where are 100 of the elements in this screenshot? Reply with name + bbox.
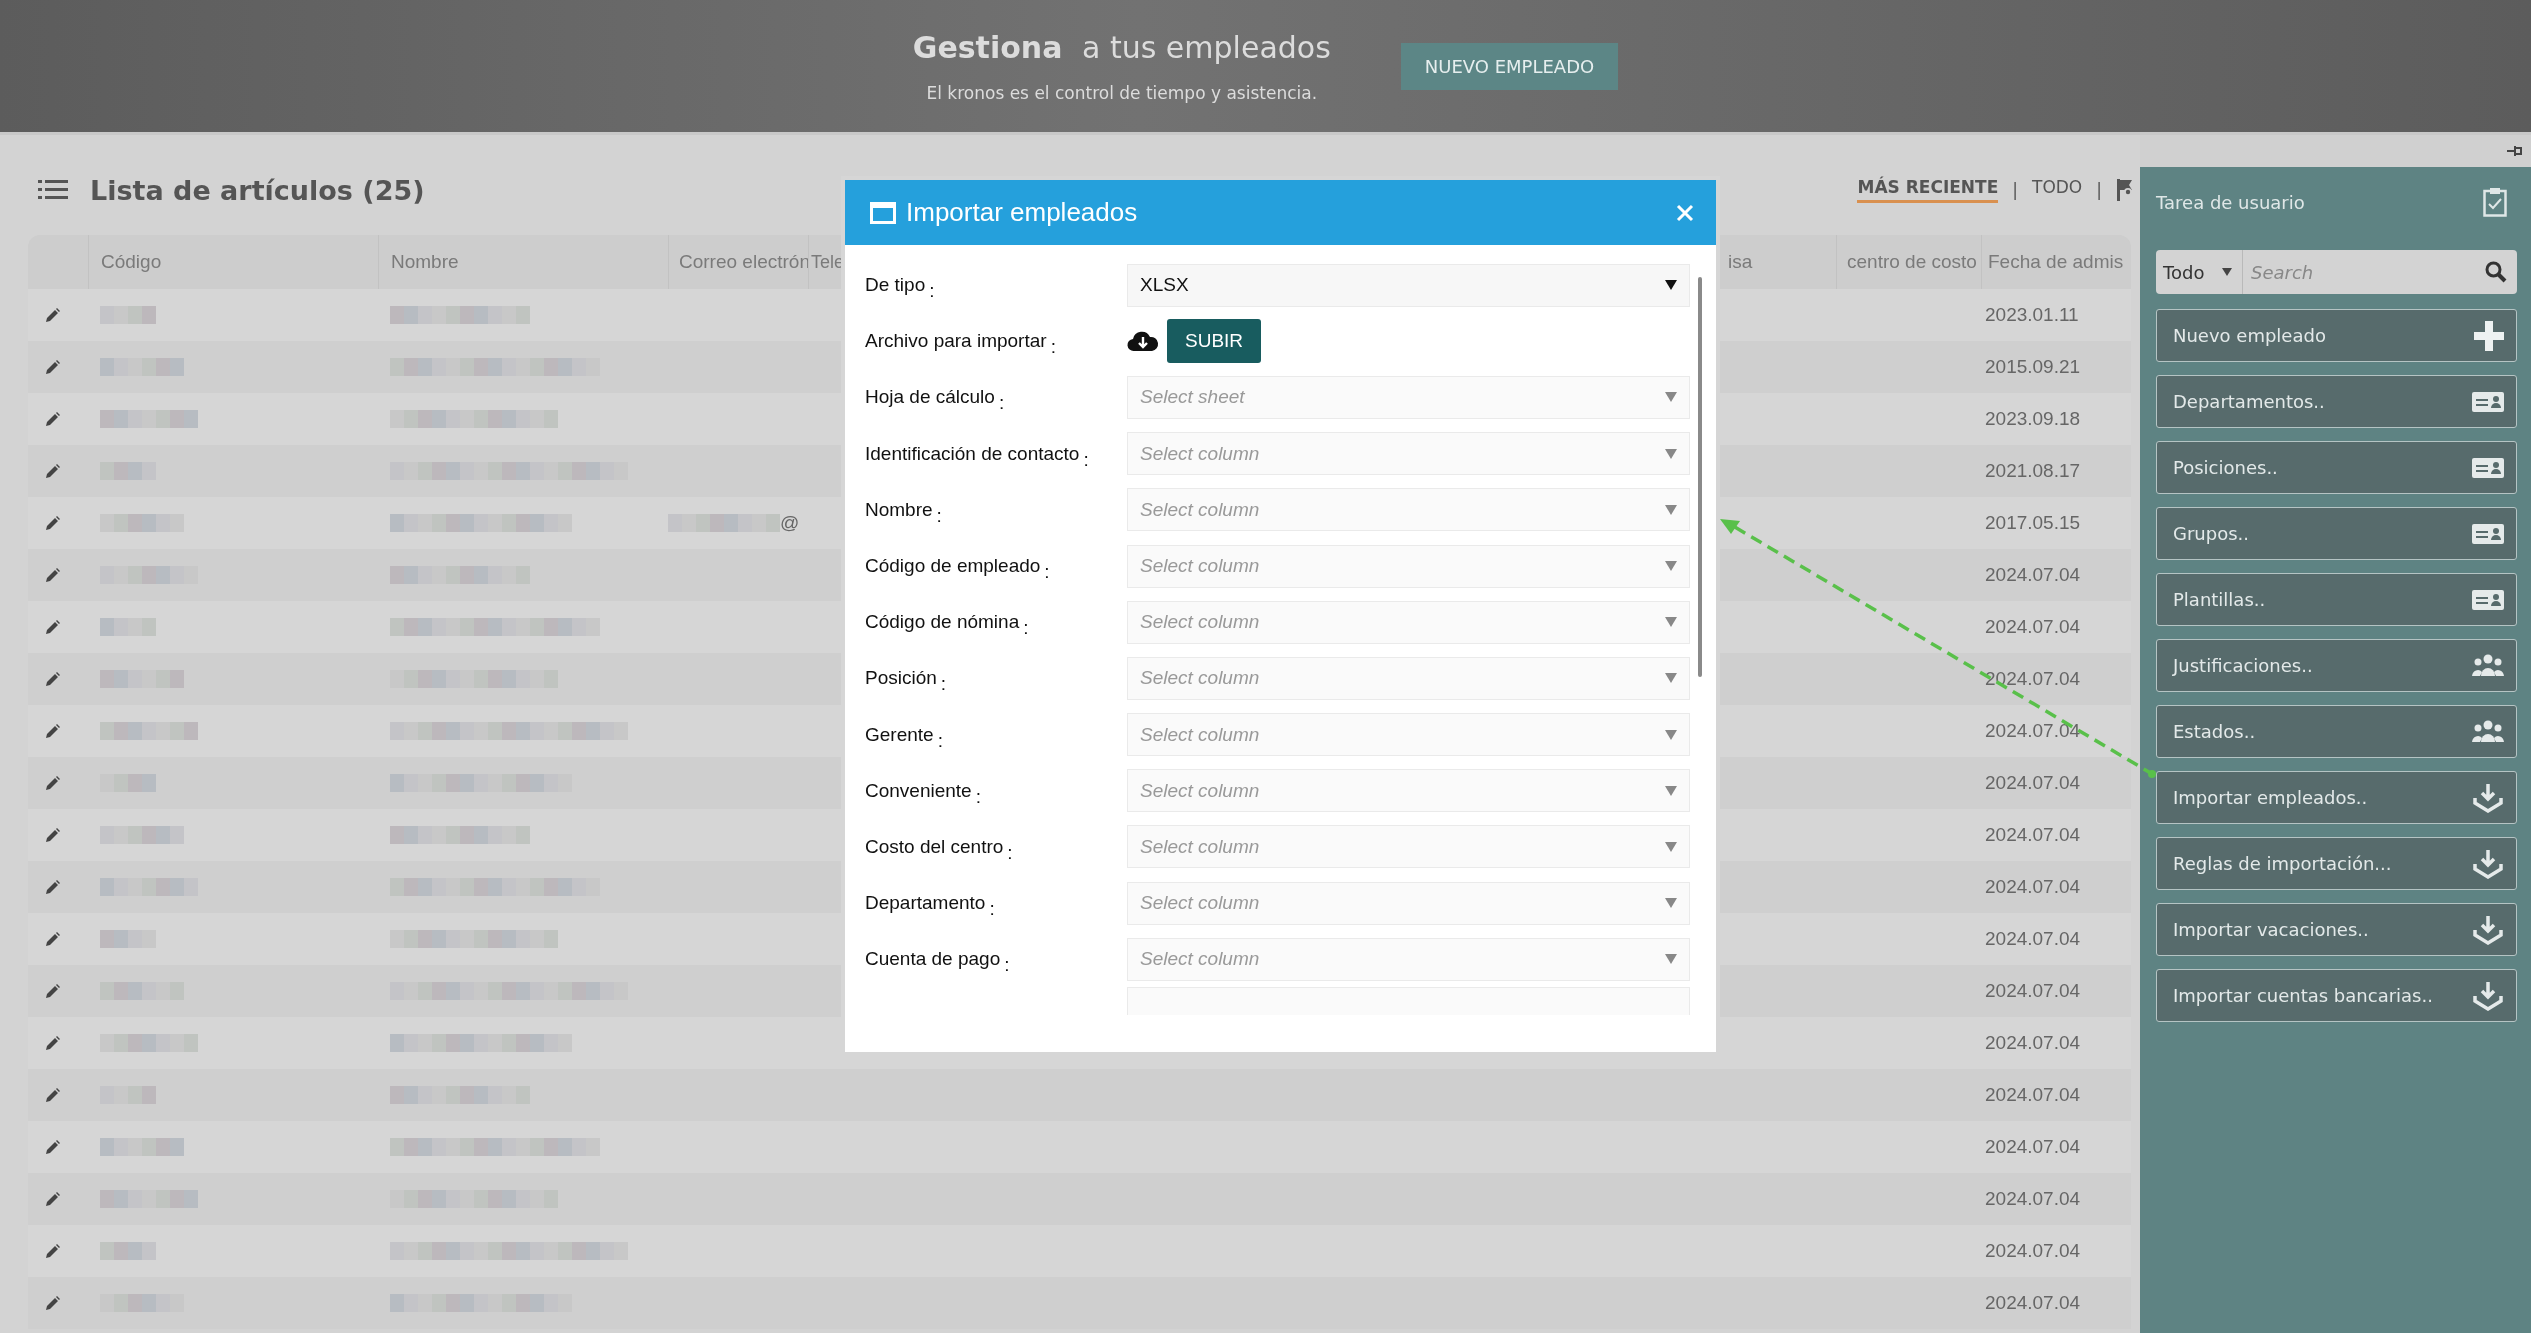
label-colon: :	[998, 392, 1005, 414]
download-icon	[2472, 980, 2504, 1011]
table-cell-text: 2023.01.11	[1984, 304, 2080, 326]
field-label: Departamento	[865, 892, 986, 914]
search-field[interactable]: Search	[2243, 250, 2517, 294]
pencil-icon[interactable]	[46, 1088, 60, 1102]
pencil-icon[interactable]	[46, 672, 60, 686]
banner-subtitle: El kronos es el control de tiempo y asistencia.	[926, 82, 1318, 103]
field-label: Archivo para importar	[865, 330, 1047, 352]
separator: |	[2096, 180, 2102, 200]
pencil-icon[interactable]	[46, 932, 60, 946]
pencil-icon[interactable]	[46, 308, 60, 322]
pencil-icon[interactable]	[46, 620, 60, 634]
scrollbar[interactable]	[1698, 277, 1702, 677]
task-button[interactable]: Posiciones..	[2156, 441, 2517, 494]
upload-button[interactable]: SUBIR	[1167, 319, 1262, 364]
dropdown-caret-icon	[1665, 617, 1677, 628]
field-label: Código de empleado	[865, 555, 1041, 577]
pencil-icon[interactable]	[46, 464, 60, 478]
task-button[interactable]: Nuevo empleado	[2156, 309, 2517, 362]
id-card-icon	[2472, 589, 2504, 610]
separator: |	[2012, 180, 2018, 200]
table-cell-text: 2024.07.04	[1984, 1292, 2082, 1314]
field-label: Hoja de cálculo	[865, 386, 995, 408]
dropdown-caret-icon	[1665, 785, 1677, 796]
download-icon	[2472, 848, 2504, 879]
pencil-icon[interactable]	[46, 828, 60, 842]
new-employee-button[interactable]: NUEVO EMPLEADO	[1400, 42, 1619, 90]
label-colon: :	[936, 504, 942, 526]
task-button[interactable]: Importar empleados..	[2156, 771, 2517, 824]
dropdown-caret-icon	[1665, 729, 1677, 740]
select-field[interactable]: Select column	[1127, 881, 1690, 925]
filter-tab[interactable]: MÁS RECIENTE	[1857, 177, 1999, 203]
select-field[interactable]: Select column	[1127, 600, 1690, 644]
pencil-icon[interactable]	[46, 776, 60, 790]
table-cell-text: 2024.07.04	[1984, 1136, 2082, 1158]
select-value: XLSX	[1140, 274, 1189, 297]
field-label: Gerente	[865, 723, 934, 745]
search-icon[interactable]	[2485, 261, 2507, 283]
pencil-icon[interactable]	[46, 1140, 60, 1154]
redacted-text	[100, 306, 156, 324]
select-field[interactable]: Select column	[1127, 432, 1690, 476]
task-button[interactable]: Importar vacaciones..	[2156, 903, 2517, 956]
pencil-icon[interactable]	[46, 360, 60, 374]
select-placeholder: Select column	[1140, 779, 1260, 802]
field-label: Cuenta de pago	[865, 948, 1001, 970]
email-fragment: @	[780, 512, 800, 534]
redacted-text	[100, 774, 156, 792]
select-field[interactable]: Select column	[1127, 769, 1690, 813]
task-button[interactable]: Estados..	[2156, 705, 2517, 758]
select-placeholder: Select column	[1140, 667, 1260, 690]
label-colon: :	[975, 785, 981, 807]
table-cell-text: 2024.07.04	[1984, 928, 2082, 950]
table-cell-text: 2024.07.04	[1984, 616, 2082, 638]
task-button[interactable]: Importar cuentas bancarias..	[2156, 969, 2517, 1022]
label-colon: :	[1007, 841, 1013, 863]
filter-dropdown[interactable]: Todo	[2156, 250, 2243, 294]
dropdown-caret-icon	[2222, 268, 2232, 276]
id-card-icon	[2472, 391, 2504, 412]
select-field[interactable]: Select column	[1127, 937, 1690, 981]
label-colon: :	[1004, 954, 1010, 976]
task-button[interactable]: Plantillas..	[2156, 573, 2517, 626]
task-button[interactable]: Justificaciones..	[2156, 639, 2517, 692]
select-placeholder: Select column	[1140, 611, 1260, 634]
pencil-icon[interactable]	[46, 984, 60, 998]
select-field[interactable]: Select column	[1127, 656, 1690, 700]
close-button[interactable]	[1676, 203, 1694, 222]
pencil-icon[interactable]	[46, 568, 60, 582]
label-colon: :	[929, 280, 935, 302]
field-label: Identificación de contacto	[865, 442, 1080, 464]
select-field[interactable]: Select column	[1127, 713, 1690, 757]
pencil-icon[interactable]	[46, 1244, 60, 1258]
panel-title: Tarea de usuario	[2156, 191, 2305, 213]
task-button[interactable]: Departamentos..	[2156, 375, 2517, 428]
task-button[interactable]: Reglas de importación...	[2156, 837, 2517, 890]
select-field[interactable]: Select sheet	[1127, 375, 1690, 419]
redacted-text	[100, 1242, 156, 1260]
table-cell-text: 2024.07.04	[1984, 1240, 2082, 1262]
pin-icon[interactable]	[2507, 145, 2523, 157]
redacted-text	[100, 618, 156, 636]
pencil-icon[interactable]	[46, 516, 60, 530]
pencil-icon[interactable]	[46, 1036, 60, 1050]
select-field[interactable]: XLSX	[1127, 263, 1690, 307]
label-colon: :	[989, 898, 995, 920]
field-label: Código de nómina	[865, 611, 1020, 633]
pencil-icon[interactable]	[46, 1192, 60, 1206]
select-field[interactable]: Select column	[1127, 544, 1690, 588]
select-placeholder: Select column	[1140, 555, 1260, 578]
select-field[interactable]: Select column	[1127, 825, 1690, 869]
table-cell-text: 2024.07.04	[1984, 1032, 2082, 1054]
id-card-icon	[2472, 457, 2504, 478]
pencil-icon[interactable]	[46, 412, 60, 426]
pencil-icon[interactable]	[46, 1296, 60, 1310]
flag-settings-icon[interactable]	[2116, 179, 2134, 201]
field-label: Costo del centro	[865, 835, 1004, 857]
pencil-icon[interactable]	[46, 880, 60, 894]
task-button[interactable]: Grupos..	[2156, 507, 2517, 560]
select-field[interactable]: Select column	[1127, 488, 1690, 532]
pencil-icon[interactable]	[46, 724, 60, 738]
filter-tab[interactable]: TODO	[2032, 177, 2083, 203]
